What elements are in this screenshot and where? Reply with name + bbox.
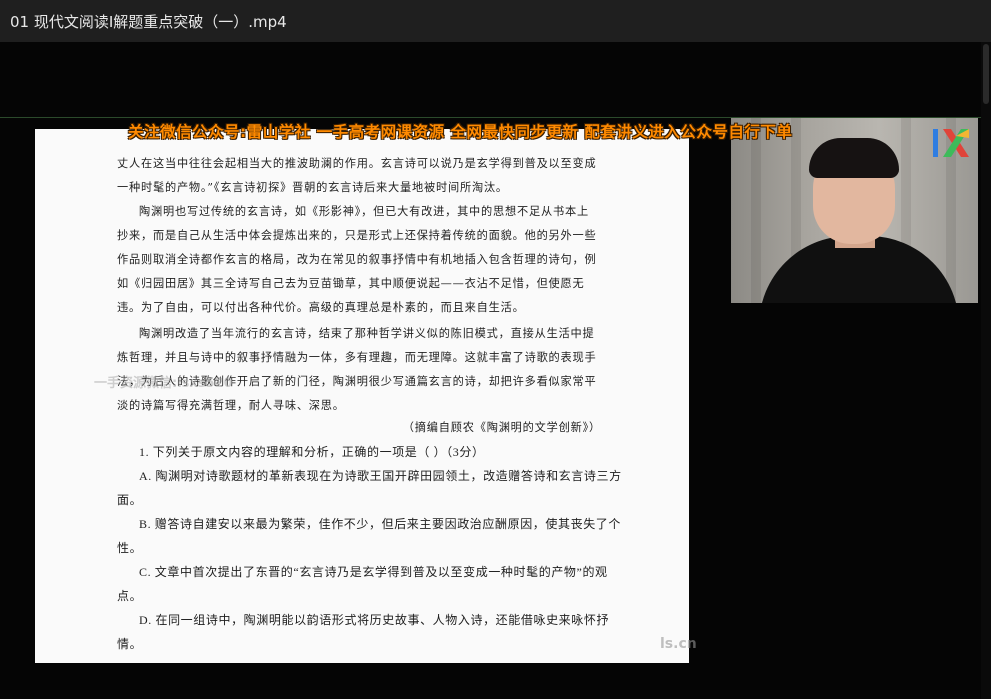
doc-line-11: 淡的诗篇写得充满哲理，耐人寻味、深思。: [117, 399, 345, 412]
doc-source: （摘编自顾农《陶渊明的文学创新》）: [402, 421, 601, 434]
doc-line-4: 抄来，而是自己从生活中体会提炼出来的，只是形式上还保持着传统的面貌。他的另外一些: [117, 229, 597, 242]
doc-line-5: 作品则取消全诗都作玄言的格局，改为在常见的叙事抒情中有机地插入包含哲理的诗句，例: [117, 253, 597, 266]
scrollbar[interactable]: [981, 42, 991, 699]
option-c-line-1: C. 文章中首次提出了东晋的“玄言诗乃是玄学得到普及以至变成一种时髦的产物”的观: [139, 565, 608, 579]
option-d-line-1: D. 在同一组诗中，陶渊明能以韵语形式将历史故事、人物入诗，还能借咏史来咏怀抒: [139, 613, 610, 627]
doc-line-9: 炼哲理，并且与诗中的叙事抒情融为一体，多有理趣，而无理障。这就丰富了诗歌的表现手: [117, 351, 597, 364]
site-watermark: ls.cn: [660, 636, 697, 652]
promo-banner: 关注微信公众号:雷山学社 一手高考网课资源 全网最快同步更新 配套讲义进入公众号…: [128, 123, 793, 141]
option-b-line-2: 性。: [117, 541, 143, 555]
doc-line-3: 陶渊明也写过传统的玄言诗，如《形影神》，但已大有改进，其中的思想不足从书本上: [139, 205, 589, 218]
scroll-thumb[interactable]: [983, 44, 989, 104]
doc-line-6: 如《归园田居》其三全诗写自己去为豆苗锄草，其中顺便说起——衣沾不足惜，但使愿无: [117, 277, 585, 290]
doc-line-7: 违。为了自由，可以付出各种代价。高级的真理总是朴素的，而且来自生活。: [117, 301, 525, 314]
question-stem: 1. 下列关于原文内容的理解和分析，正确的一项是（ ）（3分）: [139, 445, 485, 459]
option-d-line-2: 情。: [117, 637, 143, 651]
option-b-line-1: B. 赠答诗自建安以来最为繁荣，佳作不少，但后来主要因政治应酬原因，使其丧失了个: [139, 517, 622, 531]
option-a-line-2: 面。: [117, 493, 143, 507]
faint-watermark: 一手资源微信:lsxs520: [94, 376, 233, 391]
doc-line-8: 陶渊明改造了当年流行的玄言诗，结束了那种哲学讲义似的陈旧模式，直接从生活中提: [139, 327, 595, 340]
option-c-line-2: 点。: [117, 589, 143, 603]
doc-line-2: 一种时髦的产物。”《玄言诗初探》晋朝的玄言诗后来大量地被时间所淘汰。: [117, 181, 508, 194]
document-page: 丈人在这当中往往会起相当大的推波助澜的作用。玄言诗可以说乃是玄学得到普及以至变成…: [35, 129, 689, 663]
window-titlebar: 01 现代文阅读Ⅰ解题重点突破（一）.mp4: [0, 0, 991, 42]
ix-logo-icon: [933, 129, 969, 157]
doc-line-1: 丈人在这当中往往会起相当大的推波助澜的作用。玄言诗可以说乃是玄学得到普及以至变成: [117, 157, 597, 170]
window-title: 01 现代文阅读Ⅰ解题重点突破（一）.mp4: [10, 12, 287, 31]
presenter-hair: [809, 138, 899, 178]
option-a-line-1: A. 陶渊明对诗歌题材的革新表现在为诗歌王国开辟田园领土，改造赠答诗和玄言诗三方: [139, 469, 622, 483]
webcam-overlay: [731, 118, 978, 303]
